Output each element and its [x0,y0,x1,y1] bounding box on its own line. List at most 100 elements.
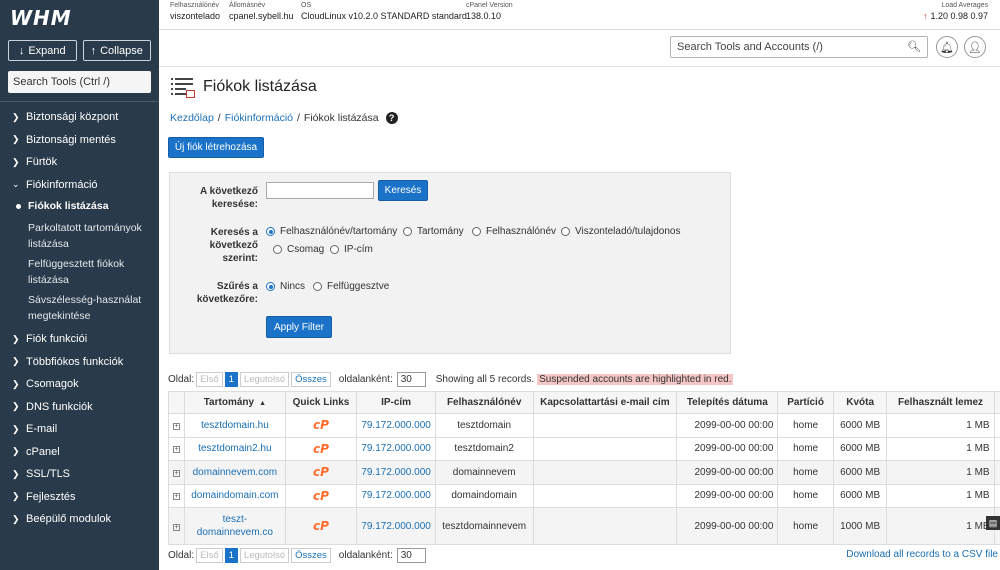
sidebar-item-account-functions[interactable]: ❯ Fiók funkciói [0,328,159,351]
sidebar-sub-bandwidth[interactable]: Sávszélesség-használat megtekintése [0,292,159,324]
records-count: Showing all 5 records. [435,374,535,385]
chevron-right-icon: ❯ [12,134,20,145]
breadcrumb-account-info-link[interactable]: Fiókinformáció [225,112,293,124]
sidebar-item-backup[interactable]: ❯ Biztonsági mentés [0,129,159,152]
sidebar-item-cpanel[interactable]: ❯ cPanel [0,441,159,464]
per-page-input[interactable]: 30 [396,548,426,563]
page-current[interactable]: 1 [224,372,238,387]
radio-username[interactable]: Felhasználónév [472,226,556,237]
sidebar-search-input[interactable]: Search Tools (Ctrl /) [8,71,151,93]
sidebar-item-multi-account[interactable]: ❯ Többfiókos funkciók [0,351,159,374]
domain-link[interactable]: domaindomain.com [184,483,286,508]
arrow-up-icon: ↑ [90,44,97,57]
sidebar-item-security-center[interactable]: ❯ Biztonsági központ [0,106,159,129]
cpanel-logo-icon[interactable]: cP [313,465,329,479]
chevron-right-icon: ❯ [12,378,20,389]
sidebar-sub-suspended-accounts[interactable]: Felfüggesztett fiókok listázása [0,256,159,288]
sidebar-sub-parked-domains[interactable]: Parkoltatott tartományok listázása [0,220,159,252]
apply-filter-button[interactable]: Apply Filter [266,316,332,338]
domain-link[interactable]: tesztdomain.hu [184,413,286,438]
expand-row-icon[interactable]: + [173,469,180,477]
expand-row-icon[interactable]: + [173,493,180,501]
sidebar-item-dns[interactable]: ❯ DNS funkciók [0,396,159,419]
chevron-right-icon: ❯ [12,111,20,122]
table-row: + domainnevem.com cP 79.172.000.000 doma… [168,460,1000,485]
page-first-link[interactable]: Első [196,548,223,563]
cpanel-logo-icon[interactable]: cP [313,489,329,503]
cpanel-logo-icon[interactable]: cP [313,519,329,533]
page-first-link[interactable]: Első [196,372,223,387]
tools-search-input[interactable]: Search Tools and Accounts (/) 🔍︎ [670,36,928,58]
download-csv-link[interactable]: Download all records to a CSV file [846,549,998,560]
ip-link[interactable]: 79.172.000.000 [356,460,436,485]
page-last-link[interactable]: Legutolsó [239,372,290,387]
col-domain[interactable]: Tartomány ▲ [184,391,286,414]
collapse-button[interactable]: ↑ Collapse [82,40,151,61]
radio-username-domain[interactable]: Felhasználónév/tartomány [266,226,397,237]
col-ip[interactable]: IP-cím [356,391,436,414]
chevron-right-icon: ❯ [12,333,20,344]
sidebar-item-clusters[interactable]: ❯ Fürtök [0,151,159,174]
page-current[interactable]: 1 [224,548,238,563]
expand-row-icon[interactable]: + [173,446,180,454]
ip-link[interactable]: 79.172.000.000 [356,507,436,545]
col-quick-links[interactable]: Quick Links [284,391,358,414]
sidebar-item-ssl[interactable]: ❯ SSL/TLS [0,463,159,486]
col-email[interactable]: Kapcsolattartási e-mail cím [532,391,678,414]
sidebar-item-plugins[interactable]: ❯ Beépülő modulok [0,508,159,531]
sidebar-item-account-info[interactable]: ⌄ Fiókinformáció [0,174,159,197]
col-install-date[interactable]: Telepítés dátuma [676,391,779,414]
per-page-input[interactable]: 30 [396,372,426,387]
radio-reseller-owner[interactable]: Viszonteladó/tulajdonos [561,226,680,237]
arrow-down-icon: ↓ [18,44,25,57]
ip-link[interactable]: 79.172.000.000 [356,413,436,438]
chevron-right-icon: ❯ [12,446,20,457]
expand-row-icon[interactable]: + [173,422,180,430]
col-username[interactable]: Felhasználónév [434,391,534,414]
domain-link[interactable]: teszt-domainnevem.co [184,507,286,545]
ip-link[interactable]: 79.172.000.000 [356,436,436,461]
page-last-link[interactable]: Legutolsó [239,548,290,563]
domain-link[interactable]: domainnevem.com [184,460,286,485]
whm-logo[interactable]: WHM [0,0,159,36]
col-disk-used[interactable]: Felhasznált lemez [886,391,995,414]
page-all-link[interactable]: Összes [291,548,331,563]
col-quota[interactable]: Kvóta [832,391,888,414]
chevron-right-icon: ❯ [12,491,20,502]
chart-icon[interactable]: ▤ [986,516,1000,530]
create-account-button[interactable]: Új fiók létrehozása [168,137,264,158]
load-averages: Load Averages ↑ 1.20 0.98 0.97 [922,2,988,21]
page-title: Fiókok listázása [203,78,317,95]
table-row: + teszt-domainnevem.co cP 79.172.000.000… [168,507,1000,545]
radio-filter-suspended[interactable]: Felfüggesztve [313,281,389,292]
notifications-bell-icon[interactable]: 🔔︎ [936,36,958,58]
sidebar: WHM ↓ Expand ↑ Collapse Search Tools (Ctrl… [0,0,159,570]
radio-domain[interactable]: Tartomány [403,226,464,237]
account-search-input[interactable] [266,182,374,199]
expand-row-icon[interactable]: + [173,523,180,531]
suspended-note: Suspended accounts are highlighted in re… [537,374,734,385]
sidebar-item-email[interactable]: ❯ E-mail [0,418,159,441]
search-button[interactable]: Keresés [378,180,428,201]
breadcrumb-home-link[interactable]: Kezdőlap [170,112,214,124]
col-partition[interactable]: Partíció [777,391,834,414]
table-row: + tesztdomain.hu cP 79.172.000.000 teszt… [168,413,1000,438]
sidebar-item-packages[interactable]: ❯ Csomagok [0,373,159,396]
radio-ip-address[interactable]: IP-cím [330,244,373,255]
radio-package[interactable]: Csomag [273,244,324,255]
chevron-right-icon: ❯ [12,356,20,367]
arrow-up-icon: ↑ [922,11,928,21]
expand-button[interactable]: ↓ Expand [8,40,77,61]
search-icon[interactable]: 🔍︎ [907,40,921,53]
domain-link[interactable]: tesztdomain2.hu [184,436,286,461]
cpanel-logo-icon[interactable]: cP [313,418,329,432]
user-account-icon[interactable]: 👤︎ [964,36,986,58]
ip-link[interactable]: 79.172.000.000 [356,483,436,508]
chevron-right-icon: ❯ [12,513,20,524]
sidebar-item-development[interactable]: ❯ Fejlesztés [0,486,159,509]
cpanel-logo-icon[interactable]: cP [313,442,329,456]
sidebar-sub-list-accounts[interactable]: Fiókok listázása [0,196,159,216]
help-icon[interactable]: ? [385,112,398,124]
page-all-link[interactable]: Összes [291,372,331,387]
radio-filter-none[interactable]: Nincs [266,281,305,292]
